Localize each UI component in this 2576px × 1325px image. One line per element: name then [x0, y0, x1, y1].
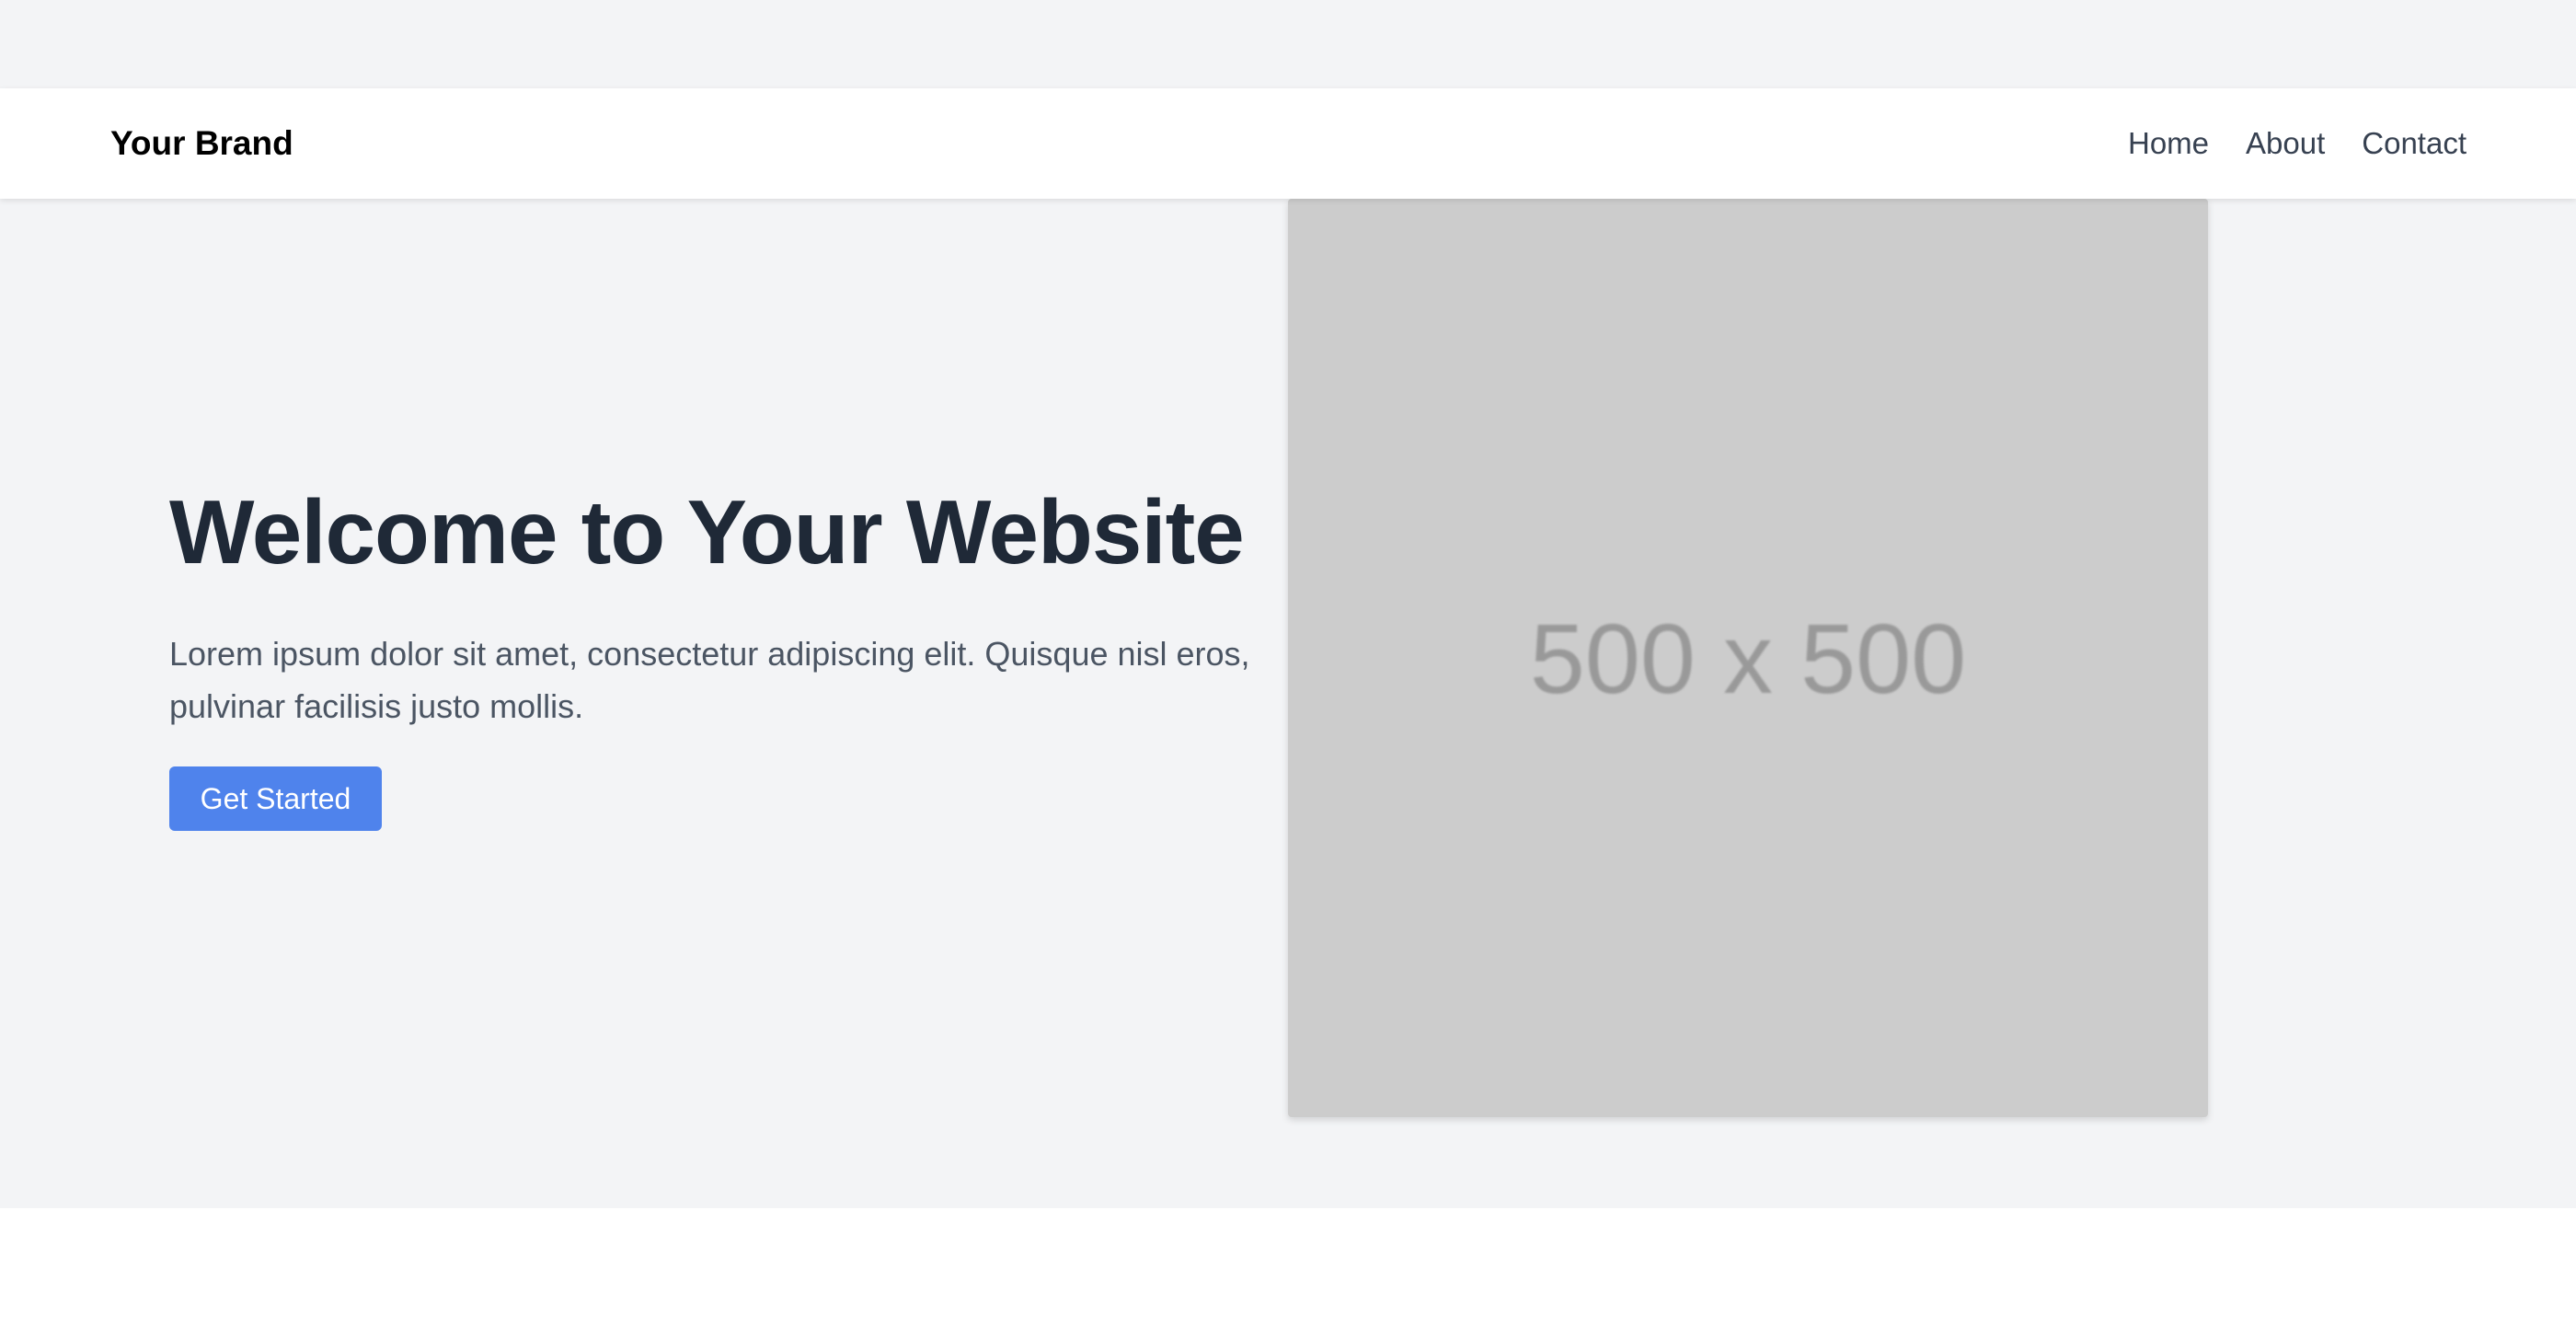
- get-started-button[interactable]: Get Started: [169, 766, 382, 831]
- navbar: Your Brand Home About Contact: [0, 88, 2576, 199]
- hero-text: Lorem ipsum dolor sit amet, consectetur …: [169, 635, 1250, 725]
- hero-section: Welcome to Your Website Lorem ipsum dolo…: [0, 199, 2576, 1208]
- nav-links: Home About Contact: [2128, 88, 2467, 199]
- hero-title: Welcome to Your Website: [169, 481, 1245, 582]
- brand-logo[interactable]: Your Brand: [110, 88, 293, 199]
- nav-link-home[interactable]: Home: [2128, 126, 2209, 161]
- image-placeholder-label: 500 x 500: [1529, 602, 1967, 714]
- top-band: [0, 0, 2576, 88]
- nav-link-contact[interactable]: Contact: [2362, 126, 2467, 161]
- nav-link-about[interactable]: About: [2246, 126, 2325, 161]
- hero-image-placeholder: 500 x 500: [1288, 199, 2208, 1117]
